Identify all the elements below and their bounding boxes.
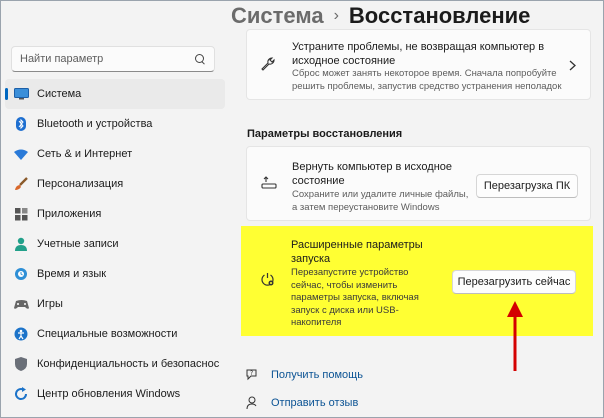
sidebar-item-label: Bluetooth и устройства — [37, 118, 153, 130]
get-help-label: Получить помощь — [271, 369, 363, 381]
search-placeholder: Найти параметр — [20, 53, 104, 65]
update-icon — [13, 387, 29, 401]
reset-desc-line2: а затем переустановите Windows — [292, 202, 440, 213]
gamepad-icon — [13, 297, 29, 311]
sidebar-item-system[interactable]: Система — [5, 79, 225, 109]
settings-window: Система › Восстановление Найти параметр … — [0, 0, 604, 418]
sidebar-item-network[interactable]: Сеть & и Интернет — [5, 139, 225, 169]
sidebar-item-label: Сеть & и Интернет — [37, 148, 133, 160]
sidebar-item-label: Персонализация — [37, 178, 124, 190]
troubleshoot-title-line1: Устраните проблемы, не возвращая компьют… — [292, 41, 545, 53]
advanced-startup-icon — [260, 272, 275, 292]
advanced-startup-card: Расширенные параметры запуска Перезапуст… — [241, 226, 593, 336]
sidebar-item-label: Конфиденциальность и безопаснос — [37, 358, 220, 370]
troubleshoot-desc-line2: решить проблемы, запустив средство устра… — [292, 81, 562, 92]
reset-pc-card: Вернуть компьютер в исходное состояние С… — [246, 146, 591, 221]
sidebar-item-label: Время и язык — [37, 268, 107, 280]
reset-pc-icon — [261, 175, 277, 194]
troubleshoot-title-line2: исходное состояние — [292, 55, 396, 67]
person-icon — [13, 237, 29, 251]
troubleshoot-desc-line1: Сброс может занять некоторое время. Снач… — [292, 68, 557, 79]
search-icon[interactable] — [195, 53, 206, 65]
sidebar-item-windows-update[interactable]: Центр обновления Windows — [5, 379, 225, 409]
search-input[interactable]: Найти параметр — [11, 46, 215, 72]
monitor-icon — [13, 87, 29, 101]
feedback-label: Отправить отзыв — [271, 397, 359, 409]
sidebar-item-apps[interactable]: Приложения — [5, 199, 225, 229]
troubleshoot-card[interactable]: Устраните проблемы, не возвращая компьют… — [246, 29, 591, 100]
advanced-desc-line: параметры запуска, включая — [291, 292, 419, 303]
sidebar-item-label: Учетные записи — [37, 238, 119, 250]
sidebar-item-label: Приложения — [37, 208, 102, 220]
advanced-desc-line: запуск с диска или USB- — [291, 304, 399, 316]
feedback-icon — [245, 396, 261, 410]
sidebar-item-time-language[interactable]: Время и язык — [5, 259, 225, 289]
wifi-icon — [13, 147, 29, 161]
svg-text:?: ? — [250, 370, 253, 377]
bluetooth-icon — [13, 117, 29, 131]
advanced-title-line2: запуска — [291, 253, 331, 265]
advanced-title-line1: Расширенные параметры — [291, 239, 423, 251]
reset-pc-button[interactable]: Перезагрузка ПК — [476, 174, 578, 198]
wrench-icon — [261, 56, 276, 76]
breadcrumb-parent[interactable]: Система — [231, 3, 324, 29]
sidebar-nav: Система Bluetooth и устройства Сеть & и … — [5, 79, 225, 409]
page-title: Восстановление — [348, 3, 531, 28]
chevron-right-icon — [569, 58, 576, 76]
breadcrumb-separator-icon: › — [333, 7, 339, 24]
help-icon: ? — [245, 368, 261, 382]
accessibility-icon — [13, 327, 29, 341]
section-label: Параметры восстановления — [247, 128, 403, 140]
reset-desc-line1: Сохраните или удалите личные файлы, — [292, 189, 469, 200]
get-help-link[interactable]: ? Получить помощь — [245, 361, 363, 389]
reset-title-line1: Вернуть компьютер в исходное — [292, 161, 453, 173]
advanced-desc-line: Перезапустите устройство — [291, 267, 409, 278]
red-arrow-icon — [507, 301, 523, 371]
sidebar-item-bluetooth[interactable]: Bluetooth и устройства — [5, 109, 225, 139]
sidebar-item-label: Игры — [37, 298, 63, 310]
sidebar-item-label: Центр обновления Windows — [37, 388, 181, 400]
restart-now-button[interactable]: Перезагрузить сейчас — [452, 270, 576, 294]
brush-icon — [13, 177, 29, 191]
sidebar-item-accounts[interactable]: Учетные записи — [5, 229, 225, 259]
apps-icon — [13, 207, 29, 221]
sidebar-item-label: Специальные возможности — [37, 328, 178, 340]
advanced-desc-line: накопителя — [291, 317, 342, 328]
sidebar-item-privacy[interactable]: Конфиденциальность и безопаснос — [5, 349, 225, 379]
breadcrumb: Система › Восстановление — [231, 1, 603, 31]
footer-links: ? Получить помощь Отправить отзыв — [245, 361, 363, 417]
globe-clock-icon — [13, 267, 29, 281]
sidebar-item-accessibility[interactable]: Специальные возможности — [5, 319, 225, 349]
reset-title-line2: состояние — [292, 175, 345, 187]
sidebar-item-label: Система — [37, 88, 82, 100]
feedback-link[interactable]: Отправить отзыв — [245, 389, 363, 417]
sidebar-item-personalization[interactable]: Персонализация — [5, 169, 225, 199]
advanced-desc-line: сейчас, чтобы изменить — [291, 279, 398, 291]
sidebar-item-gaming[interactable]: Игры — [5, 289, 225, 319]
shield-icon — [13, 357, 29, 371]
